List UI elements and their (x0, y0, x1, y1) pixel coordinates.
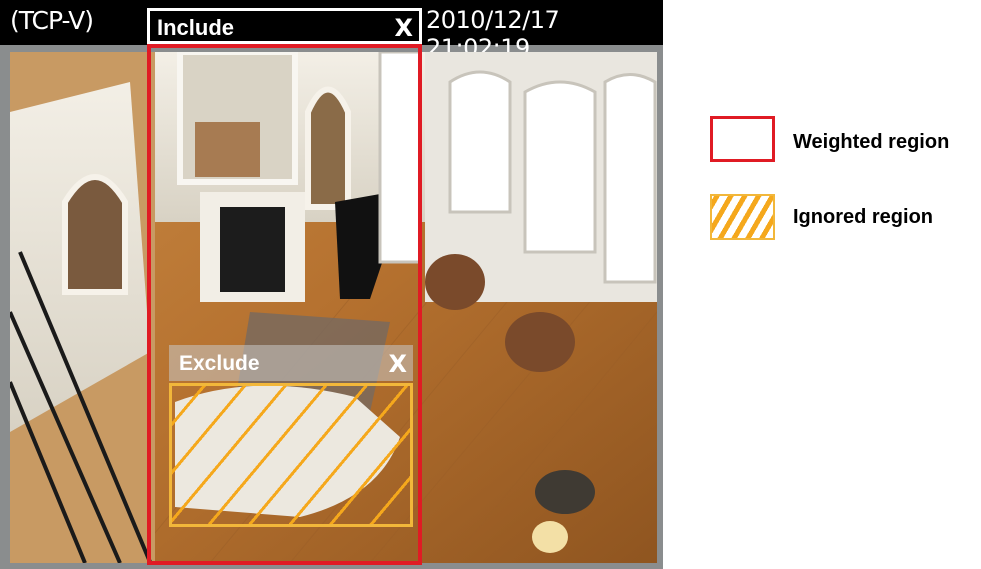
include-close-icon[interactable]: X (394, 14, 413, 42)
ignored-region-legend-swatch (710, 194, 775, 240)
exclude-window-header[interactable]: Exclude X (169, 345, 413, 381)
camera-viewer: (TCP-V) 2010/12/17 21:02:19 Include X Ex… (0, 0, 663, 569)
weighted-region-legend-label: Weighted region (793, 131, 950, 153)
ignored-region-legend-label: Ignored region (793, 206, 933, 228)
protocol-label: (TCP-V) (10, 6, 94, 35)
exclude-close-icon[interactable]: X (388, 350, 407, 378)
ignored-region-hatch[interactable] (169, 383, 413, 527)
exclude-region-window[interactable]: Exclude X (169, 345, 413, 527)
include-window-title: Include (157, 15, 235, 40)
include-window-header[interactable]: Include X (147, 8, 422, 44)
exclude-window-title: Exclude (179, 352, 260, 375)
weighted-region-legend-swatch (710, 116, 775, 162)
